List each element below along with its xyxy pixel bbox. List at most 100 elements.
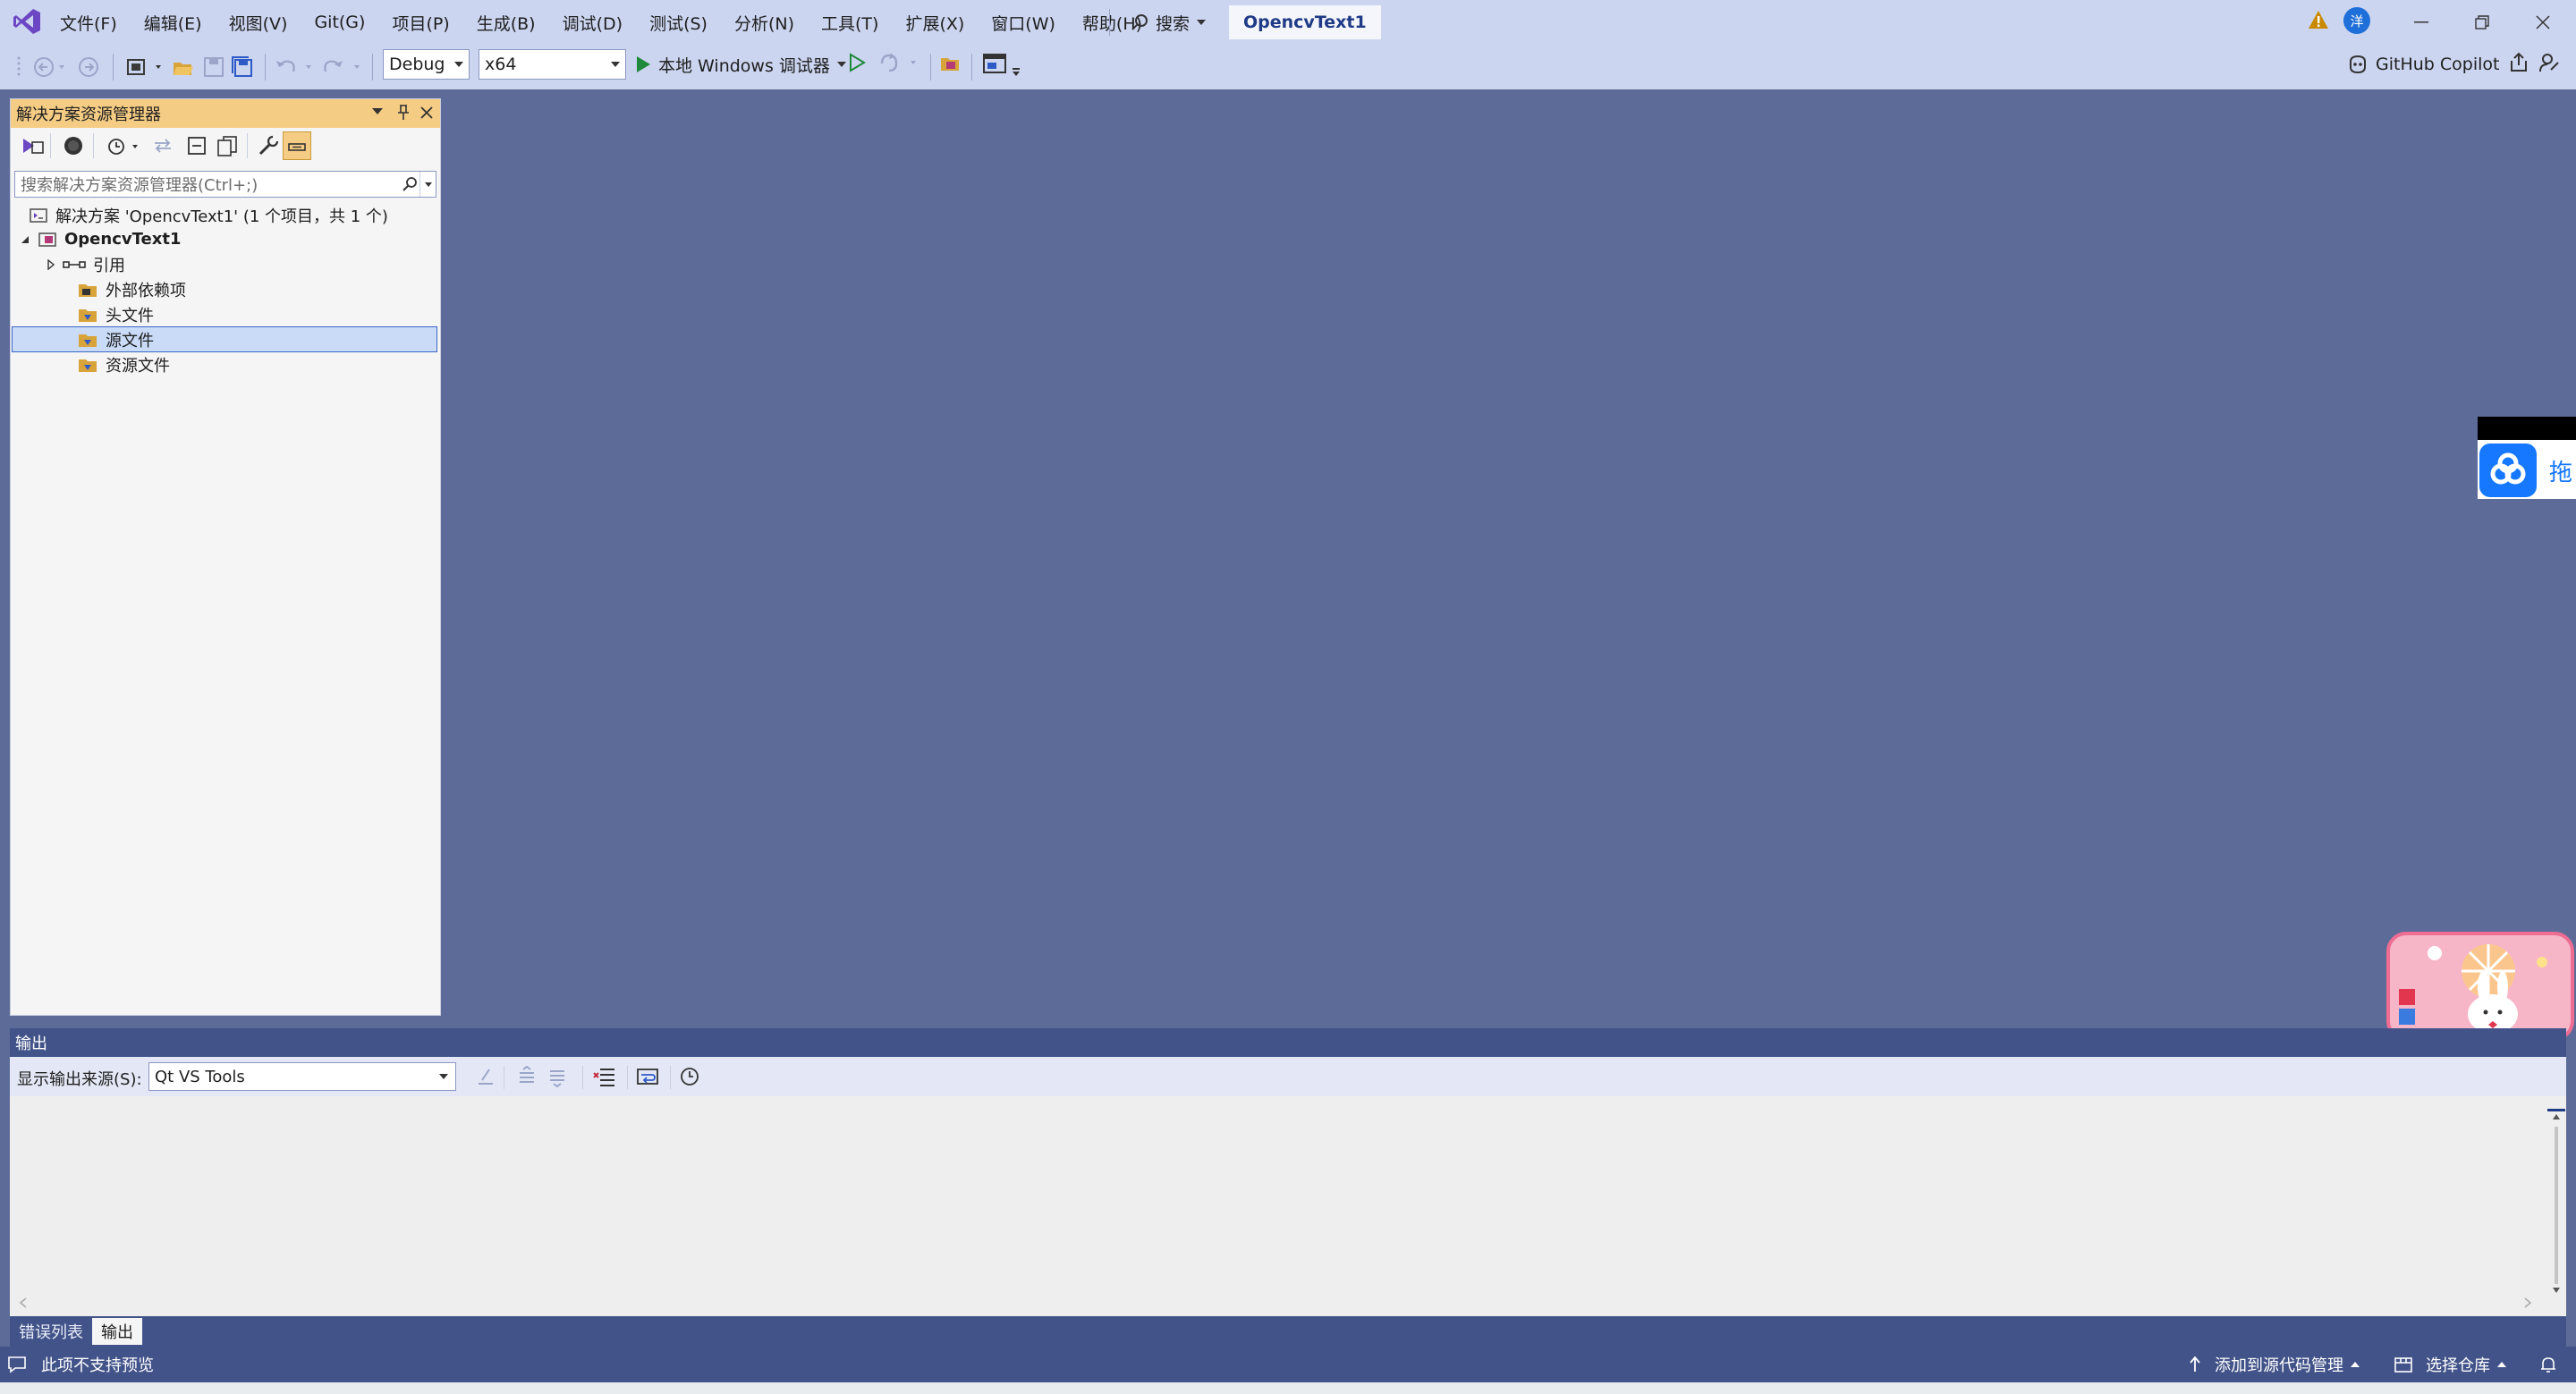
tree-item-label: 资源文件 xyxy=(106,356,170,376)
toggle-word-wrap-icon[interactable] xyxy=(636,1066,659,1087)
tree-item-external-dependencies[interactable]: 外部依赖项 xyxy=(77,277,186,301)
widget-top-bar xyxy=(2478,417,2576,440)
feedback-icon[interactable] xyxy=(2538,52,2560,73)
search-button[interactable]: 搜索 xyxy=(1123,7,1213,38)
tree-item-solution[interactable]: 解决方案 'OpencvText1' (1 个项目，共 1 个) xyxy=(29,203,388,227)
tab-output[interactable]: 输出 xyxy=(92,1318,142,1345)
toolbar-separator xyxy=(627,1066,628,1089)
search-label: 搜索 xyxy=(1156,13,1191,34)
menu-file[interactable]: 文件(F) xyxy=(47,11,131,35)
menu-window[interactable]: 窗口(W) xyxy=(978,11,1069,35)
start-without-debugging-icon[interactable] xyxy=(848,53,866,72)
restore-button[interactable] xyxy=(2449,0,2515,45)
menu-edit[interactable]: 编辑(E) xyxy=(131,11,216,35)
warning-icon[interactable] xyxy=(2308,10,2329,30)
output-text-area[interactable] xyxy=(10,1096,2541,1316)
close-panel-icon[interactable] xyxy=(420,106,433,119)
new-project-icon[interactable] xyxy=(125,55,166,79)
solution-explorer-search-input[interactable]: 搜索解决方案资源管理器(Ctrl+;) xyxy=(14,171,436,198)
output-source-value: Qt VS Tools xyxy=(155,1067,245,1086)
save-all-icon[interactable] xyxy=(231,55,254,79)
collapse-all-icon[interactable] xyxy=(186,135,208,156)
show-all-files-icon[interactable] xyxy=(216,135,238,156)
cloud-drive-widget[interactable]: 拖 xyxy=(2478,417,2576,499)
sync-icon[interactable] xyxy=(152,135,174,156)
menu-build[interactable]: 生成(B) xyxy=(463,11,549,35)
tab-error-list[interactable]: 错误列表 xyxy=(10,1318,92,1345)
add-to-source-control-button[interactable]: 添加到源代码管理 xyxy=(2188,1347,2360,1382)
taskbar-edge xyxy=(0,1382,2576,1394)
toolbar-separator xyxy=(670,1066,671,1089)
tree-item-label: 外部依赖项 xyxy=(106,281,186,300)
toolbar-separator xyxy=(265,54,266,80)
search-options-dropdown[interactable] xyxy=(419,172,436,197)
menu-view[interactable]: 视图(V) xyxy=(216,11,301,35)
solution-folder-icon[interactable] xyxy=(939,53,962,74)
share-icon[interactable] xyxy=(2508,52,2529,73)
tree-item-resource-files[interactable]: 资源文件 xyxy=(77,352,170,376)
search-icon[interactable] xyxy=(402,176,418,192)
user-avatar[interactable]: 洋 xyxy=(2343,7,2370,34)
switch-views-icon[interactable] xyxy=(20,135,45,156)
visual-studio-logo-icon[interactable] xyxy=(13,8,41,35)
navigate-back-icon[interactable] xyxy=(32,55,66,79)
open-folder-icon[interactable] xyxy=(172,55,195,79)
timestamp-clock-icon[interactable] xyxy=(679,1066,700,1087)
tree-item-label: OpencvText1 xyxy=(64,230,182,249)
close-window-button[interactable] xyxy=(2510,0,2576,45)
menu-test[interactable]: 测试(S) xyxy=(636,11,721,35)
title-bar: 文件(F) 编辑(E) 视图(V) Git(G) 项目(P) 生成(B) 调试(… xyxy=(0,0,2576,45)
toolbar-separator xyxy=(372,54,373,80)
chevron-down-icon xyxy=(1197,20,1207,25)
properties-wrench-icon[interactable] xyxy=(258,135,279,156)
solution-configuration-dropdown[interactable]: Debug xyxy=(383,49,470,80)
save-icon[interactable] xyxy=(202,55,225,79)
menu-separator xyxy=(1109,9,1110,36)
pin-icon[interactable] xyxy=(397,105,410,121)
notifications-bell-icon[interactable] xyxy=(2538,1347,2558,1382)
menu-tools[interactable]: 工具(T) xyxy=(808,11,892,35)
go-to-previous-message-icon[interactable] xyxy=(516,1066,538,1087)
select-repository-label: 选择仓库 xyxy=(2426,1356,2490,1375)
menu-analyze[interactable]: 分析(N) xyxy=(721,11,808,35)
ime-sticker-widget[interactable] xyxy=(2386,932,2574,1041)
clear-all-icon[interactable] xyxy=(593,1066,616,1087)
sync-active-document-icon[interactable] xyxy=(63,135,84,156)
tree-item-header-files[interactable]: 头文件 xyxy=(77,302,154,326)
solution-explorer-panel: 解决方案资源管理器 搜索解决方案资源管理器(Ctrl+;) 解决方案 'Open… xyxy=(10,98,441,1016)
menu-bar: 文件(F) 编辑(E) 视图(V) Git(G) 项目(P) 生成(B) 调试(… xyxy=(47,0,1156,45)
tree-item-project[interactable]: OpencvText1 xyxy=(20,227,181,251)
undo-icon[interactable] xyxy=(274,55,317,79)
output-vertical-scrollbar[interactable] xyxy=(2546,1109,2566,1305)
menu-git[interactable]: Git(G) xyxy=(301,13,378,32)
output-source-dropdown[interactable]: Qt VS Tools xyxy=(148,1062,456,1091)
pending-changes-filter-icon[interactable] xyxy=(106,135,145,156)
scroll-right-icon[interactable] xyxy=(2523,1297,2532,1309)
project-name-badge: OpencvText1 xyxy=(1229,5,1381,39)
solution-platform-dropdown[interactable]: x64 xyxy=(479,49,626,80)
menu-extensions[interactable]: 扩展(X) xyxy=(892,11,978,35)
play-icon xyxy=(637,56,650,72)
panel-options-chevron-icon[interactable] xyxy=(372,108,383,115)
expand-triangle-icon[interactable] xyxy=(20,234,30,245)
menu-project[interactable]: 项目(P) xyxy=(378,11,462,35)
redo-icon[interactable] xyxy=(322,55,365,79)
tree-item-references[interactable]: 引用 xyxy=(47,252,125,276)
collapse-triangle-icon[interactable] xyxy=(47,258,55,270)
select-repository-button[interactable]: 选择仓库 xyxy=(2394,1347,2506,1382)
minimize-button[interactable] xyxy=(2388,0,2454,45)
window-layout-icon[interactable] xyxy=(982,52,1025,79)
find-message-icon[interactable] xyxy=(475,1066,496,1087)
hot-reload-icon[interactable] xyxy=(878,53,919,72)
solution-icon xyxy=(30,207,47,223)
scroll-left-icon[interactable] xyxy=(19,1297,28,1309)
navigate-forward-icon[interactable] xyxy=(77,55,100,79)
menu-debug[interactable]: 调试(D) xyxy=(549,11,636,35)
editor-area[interactable] xyxy=(442,89,2576,1025)
go-to-next-message-icon[interactable] xyxy=(547,1066,568,1087)
tree-item-source-files[interactable]: 源文件 xyxy=(12,326,437,352)
preview-selected-items-button[interactable] xyxy=(283,131,311,160)
start-debugging-button[interactable]: 本地 Windows 调试器 xyxy=(635,49,846,80)
message-icon xyxy=(8,1356,26,1373)
github-copilot-button[interactable]: GitHub Copilot xyxy=(2347,49,2499,80)
